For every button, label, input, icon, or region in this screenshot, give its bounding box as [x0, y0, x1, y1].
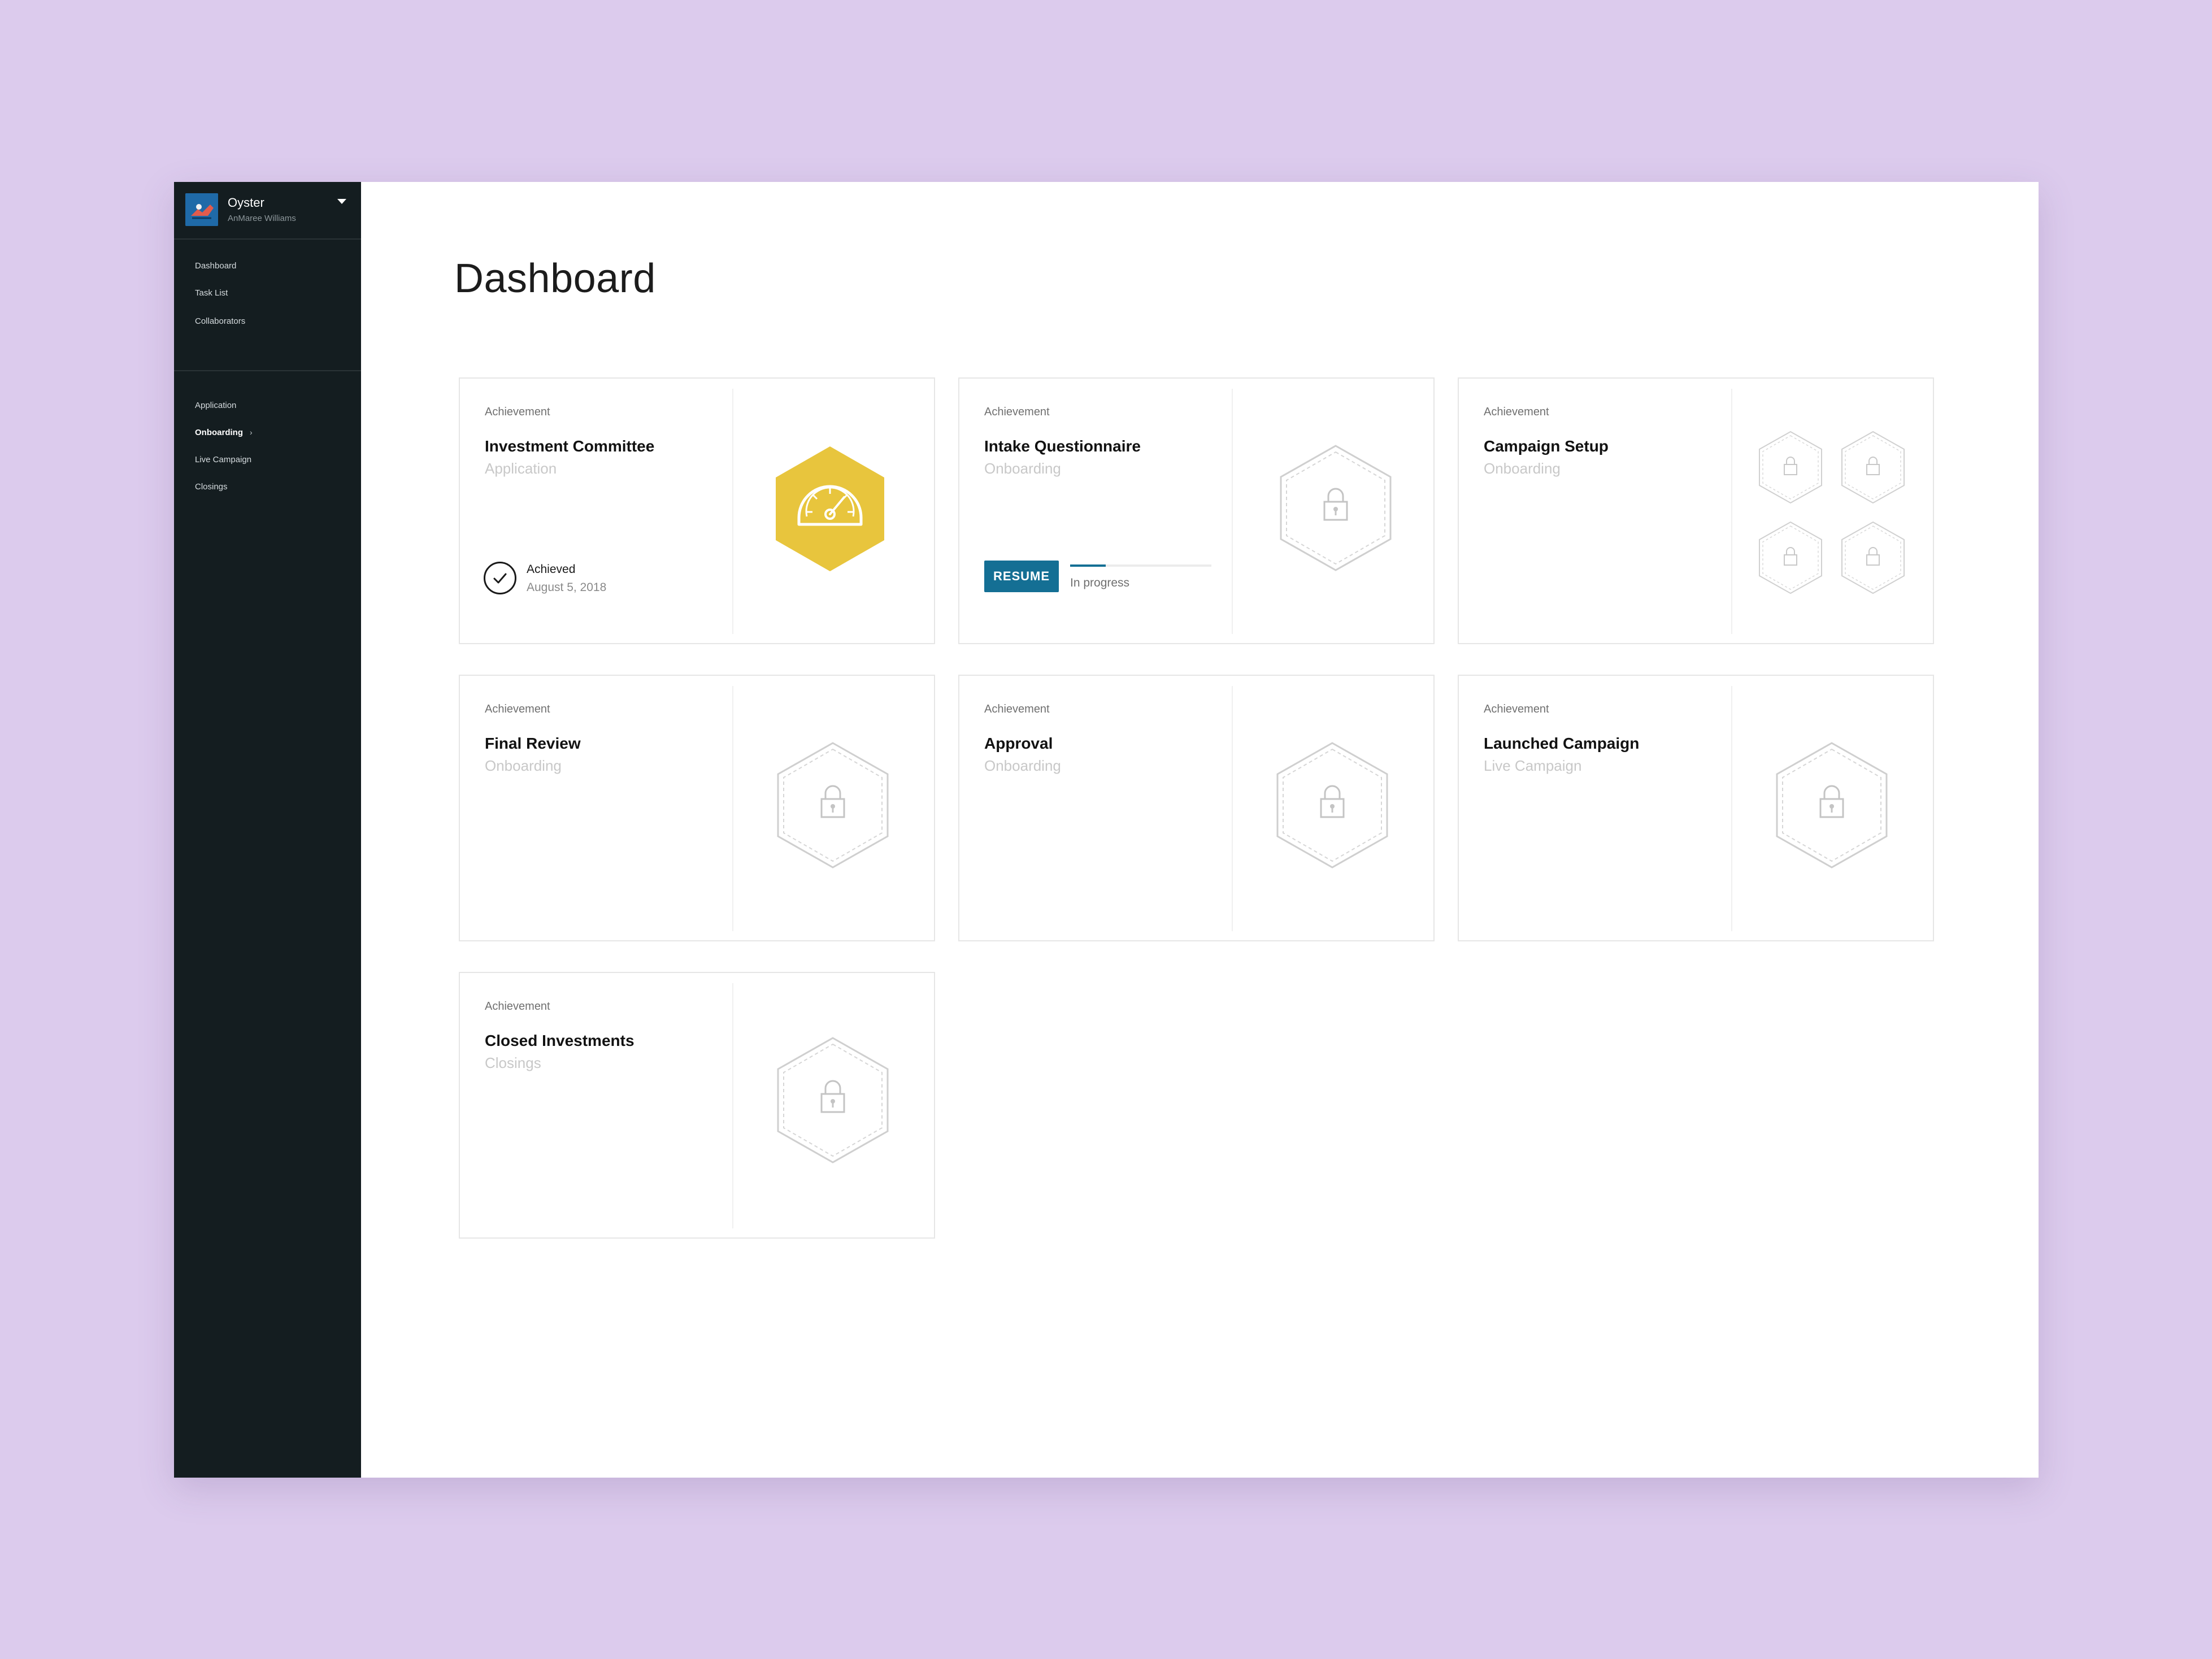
- card-divider: [1232, 686, 1233, 931]
- card-title: Launched Campaign: [1484, 735, 1640, 752]
- nav-item-collaborators[interactable]: Collaborators: [195, 316, 245, 326]
- card-kind: Achievement: [485, 406, 550, 418]
- achieved-date: August 5, 2018: [527, 581, 607, 594]
- progress-bar-fill: [1070, 564, 1106, 567]
- locked-badge-lock-icon: [776, 741, 889, 872]
- card-title: Final Review: [485, 735, 581, 752]
- account-avatar: [185, 193, 218, 226]
- achievement-card[interactable]: Achievement Intake Questionnaire Onboard…: [958, 377, 1435, 644]
- card-divider: [732, 686, 733, 931]
- caret-down-icon[interactable]: [337, 199, 346, 204]
- locked-badge-lock-icon: [1758, 431, 1823, 507]
- locked-badge-lock-icon: [1276, 741, 1389, 872]
- nav-item-live-campaign[interactable]: Live Campaign: [195, 455, 251, 464]
- app-window: Oyster AnMaree Williams Dashboard Task L…: [174, 182, 2039, 1478]
- locked-badge-lock-icon: [1775, 741, 1888, 872]
- progress-label: In progress: [1070, 576, 1130, 589]
- card-subtitle: Onboarding: [1484, 460, 1561, 477]
- account-name: Oyster: [228, 196, 264, 210]
- locked-badge-lock-icon: [1841, 431, 1905, 507]
- card-subtitle: Onboarding: [984, 757, 1061, 774]
- account-user-name: AnMaree Williams: [228, 214, 296, 223]
- achievement-card[interactable]: Achievement Approval Onboarding: [958, 675, 1435, 941]
- account-switcher[interactable]: Oyster AnMaree Williams: [174, 182, 361, 240]
- card-kind: Achievement: [984, 406, 1050, 418]
- page-title: Dashboard: [454, 256, 656, 301]
- locked-badge-lock-icon: [1758, 521, 1823, 597]
- achieved-label: Achieved: [527, 563, 576, 576]
- card-title: Intake Questionnaire: [984, 437, 1141, 455]
- sidebar: Oyster AnMaree Williams Dashboard Task L…: [174, 182, 361, 1478]
- card-divider: [1731, 389, 1732, 634]
- card-title: Campaign Setup: [1484, 437, 1609, 455]
- chevron-right-icon: ›: [250, 428, 253, 437]
- nav-item-closings[interactable]: Closings: [195, 482, 228, 492]
- check-circle-icon: [484, 562, 516, 594]
- achievement-card[interactable]: Achievement Campaign Setup Onboarding: [1458, 377, 1934, 644]
- nav-item-dashboard[interactable]: Dashboard: [195, 261, 236, 271]
- card-divider: [732, 983, 733, 1228]
- card-divider: [1232, 389, 1233, 634]
- card-title: Closed Investments: [485, 1032, 635, 1049]
- locked-badge-lock-icon: [1841, 521, 1905, 597]
- card-divider: [1731, 686, 1732, 931]
- locked-badge-lock-icon: [1279, 444, 1392, 575]
- card-divider: [732, 389, 733, 634]
- speedometer-icon: [774, 445, 886, 575]
- card-subtitle: Onboarding: [984, 460, 1061, 477]
- card-title: Investment Committee: [485, 437, 655, 455]
- card-subtitle: Closings: [485, 1054, 541, 1071]
- nav-item-onboarding[interactable]: Onboarding ›: [195, 428, 253, 437]
- locked-badge-lock-icon: [776, 1036, 889, 1167]
- nav-item-application[interactable]: Application: [195, 401, 236, 410]
- card-subtitle: Onboarding: [485, 757, 562, 774]
- resume-button[interactable]: RESUME: [984, 561, 1059, 592]
- card-kind: Achievement: [1484, 406, 1549, 418]
- nav-item-onboarding-label: Onboarding: [195, 428, 243, 437]
- card-title: Approval: [984, 735, 1053, 752]
- card-subtitle: Live Campaign: [1484, 757, 1582, 774]
- achievement-card[interactable]: Achievement Closed Investments Closings: [459, 972, 935, 1239]
- card-subtitle: Application: [485, 460, 557, 477]
- progress-bar: [1070, 564, 1211, 567]
- card-kind: Achievement: [485, 703, 550, 715]
- nav-item-task-list[interactable]: Task List: [195, 288, 228, 298]
- achievement-card[interactable]: Achievement Final Review Onboarding: [459, 675, 935, 941]
- sidebar-divider: [174, 370, 361, 371]
- achievement-card[interactable]: Achievement Investment Committee Applica…: [459, 377, 935, 644]
- card-kind: Achievement: [984, 703, 1050, 715]
- card-kind: Achievement: [1484, 703, 1549, 715]
- card-kind: Achievement: [485, 1000, 550, 1013]
- achievement-card[interactable]: Achievement Launched Campaign Live Campa…: [1458, 675, 1934, 941]
